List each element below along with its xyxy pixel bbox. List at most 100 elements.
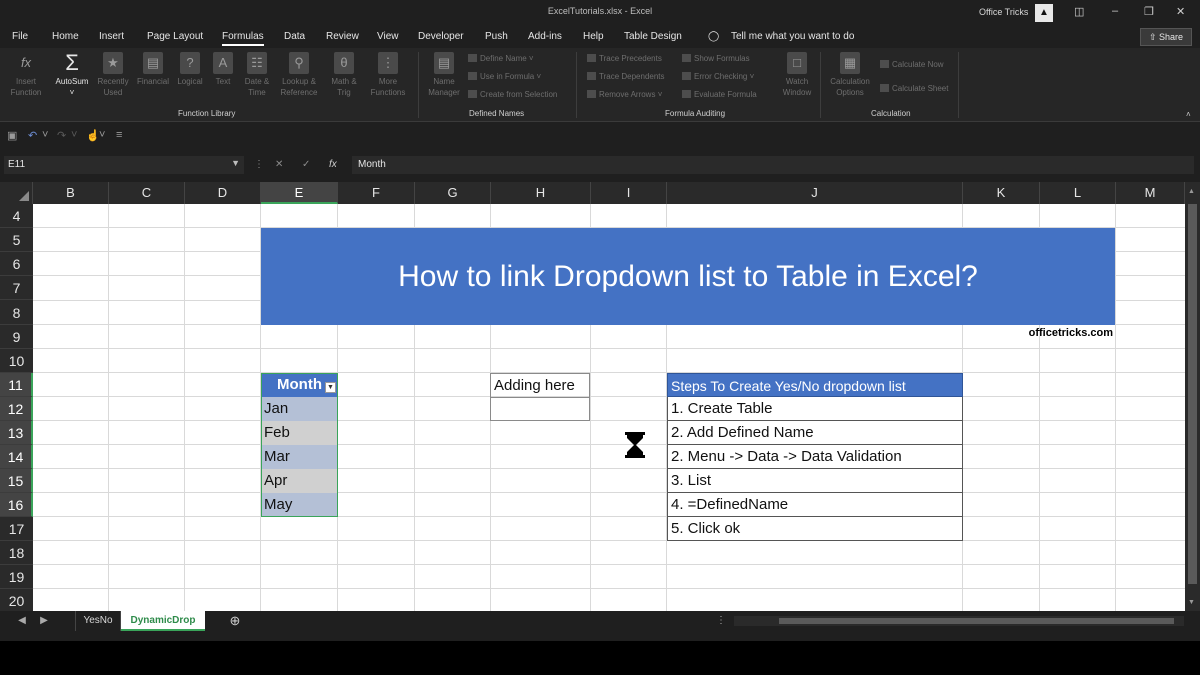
scroll-thumb[interactable] [779, 618, 1174, 624]
account-avatar[interactable]: ▲ [1035, 4, 1053, 22]
account-name[interactable]: Office Tricks [979, 7, 1028, 17]
tab-file[interactable]: File [12, 31, 28, 42]
add-sheet-icon[interactable]: ⊕ [227, 611, 243, 631]
column-header-h[interactable]: H [491, 182, 591, 204]
row-header[interactable]: 4 [0, 204, 33, 228]
lookup-reference-button[interactable]: ⚲ Lookup &Reference [276, 52, 322, 98]
tell-me-search[interactable]: Tell me what you want to do [731, 31, 854, 42]
cancel-icon[interactable]: ✕ [275, 159, 283, 170]
formula-input[interactable]: Month [352, 156, 1194, 174]
share-button[interactable]: ⇧ Share [1140, 28, 1192, 46]
tab-data[interactable]: Data [284, 31, 305, 42]
calculate-sheet-button[interactable]: Calculate Sheet [880, 84, 948, 93]
filter-dropdown-icon[interactable]: ▼ [325, 382, 336, 393]
scroll-down-icon[interactable]: ▼ [1188, 599, 1195, 606]
name-manager-button[interactable]: ▤ NameManager [424, 52, 464, 98]
watch-window-button[interactable]: □ WatchWindow [777, 52, 817, 98]
insert-function-icon[interactable]: fx [329, 159, 337, 170]
redo-dropdown-icon[interactable]: ˅ [71, 129, 77, 141]
tab-push[interactable]: Push [485, 31, 508, 42]
month-cell[interactable]: May [261, 493, 338, 517]
evaluate-formula-button[interactable]: Evaluate Formula [682, 90, 757, 99]
define-name-button[interactable]: Define Name ˅ [468, 54, 534, 63]
tab-view[interactable]: View [377, 31, 399, 42]
column-header-f[interactable]: F [338, 182, 415, 204]
row-header[interactable]: 17 [0, 517, 33, 541]
touch-mode-icon[interactable]: ☝ [86, 129, 100, 142]
tab-help[interactable]: Help [583, 31, 604, 42]
worksheet-grid[interactable]: How to link Dropdown list to Table in Ex… [33, 204, 1185, 611]
step-item[interactable]: 2. Menu -> Data -> Data Validation [667, 445, 963, 469]
row-header[interactable]: 13 [0, 421, 33, 445]
sheet-tab-yesno[interactable]: YesNo [75, 611, 121, 631]
row-header[interactable]: 9 [0, 325, 33, 349]
row-header[interactable]: 8 [0, 301, 33, 325]
tab-formulas[interactable]: Formulas [222, 31, 264, 46]
more-options-icon[interactable]: ⋮ [254, 159, 264, 170]
tab-splitter-icon[interactable]: ⋮ [716, 611, 724, 631]
touch-mode-dropdown-icon[interactable]: ˅ [99, 129, 105, 141]
ribbon-display-options-icon[interactable]: ◫ [1074, 5, 1084, 18]
tab-add-ins[interactable]: Add-ins [528, 31, 562, 42]
column-header-i[interactable]: I [591, 182, 667, 204]
row-header[interactable]: 19 [0, 565, 33, 589]
site-credit[interactable]: officetricks.com [973, 327, 1113, 339]
tab-page-layout[interactable]: Page Layout [147, 31, 203, 42]
row-header[interactable]: 20 [0, 589, 33, 611]
restore-icon[interactable]: ❐ [1144, 5, 1154, 18]
column-header-b[interactable]: B [33, 182, 109, 204]
date-time-button[interactable]: ☷ Date &Time [237, 52, 277, 98]
step-item[interactable]: 3. List [667, 469, 963, 493]
create-from-selection-button[interactable]: Create from Selection [468, 90, 557, 99]
row-header[interactable]: 15 [0, 469, 33, 493]
trace-precedents-button[interactable]: Trace Precedents [587, 54, 662, 63]
select-all-button[interactable] [0, 182, 33, 204]
insert-function-button[interactable]: fx InsertFunction [6, 52, 46, 98]
tab-home[interactable]: Home [52, 31, 79, 42]
step-item[interactable]: 1. Create Table [667, 397, 963, 421]
close-icon[interactable]: ✕ [1176, 5, 1185, 18]
save-icon[interactable]: ▣ [7, 129, 17, 142]
steps-header[interactable]: Steps To Create Yes/No dropdown list [667, 373, 963, 397]
title-banner[interactable]: How to link Dropdown list to Table in Ex… [261, 228, 1115, 325]
month-cell[interactable]: Jan [261, 397, 338, 421]
tab-developer[interactable]: Developer [418, 31, 464, 42]
scroll-tabs-left-icon[interactable]: ◀ [16, 611, 28, 631]
row-header[interactable]: 10 [0, 349, 33, 373]
step-item[interactable]: 4. =DefinedName [667, 493, 963, 517]
minimize-icon[interactable]: – [1112, 5, 1118, 17]
horizontal-scrollbar[interactable] [734, 616, 1184, 626]
error-checking-button[interactable]: Error Checking ˅ [682, 72, 754, 81]
scroll-up-icon[interactable]: ▲ [1188, 188, 1195, 195]
column-header-m[interactable]: M [1116, 182, 1185, 204]
chevron-down-icon[interactable]: ▼ [231, 158, 240, 168]
tab-insert[interactable]: Insert [99, 31, 124, 42]
column-header-l[interactable]: L [1040, 182, 1116, 204]
month-cell[interactable]: Mar [261, 445, 338, 469]
math-trig-button[interactable]: θ Math &Trig [324, 52, 364, 98]
scroll-tabs-right-icon[interactable]: ▶ [38, 611, 50, 631]
column-header-j[interactable]: J [667, 182, 963, 204]
trace-dependents-button[interactable]: Trace Dependents [587, 72, 665, 81]
use-in-formula-button[interactable]: Use in Formula ˅ [468, 72, 541, 81]
redo-icon[interactable]: ↷ [57, 129, 66, 142]
column-header-e[interactable]: E [261, 182, 338, 204]
month-table-header[interactable]: Month ▼ [261, 373, 338, 397]
collapse-ribbon-icon[interactable]: ˄ [1186, 110, 1191, 119]
column-header-d[interactable]: D [185, 182, 261, 204]
recently-used-button[interactable]: ★ RecentlyUsed [93, 52, 133, 98]
row-header[interactable]: 14 [0, 445, 33, 469]
name-box[interactable]: E11 ▼ [4, 156, 244, 174]
row-header[interactable]: 6 [0, 252, 33, 276]
enter-icon[interactable]: ✓ [302, 159, 310, 170]
sheet-tab-dynamicdrop[interactable]: DynamicDrop [121, 611, 205, 631]
column-header-k[interactable]: K [963, 182, 1040, 204]
row-header[interactable]: 5 [0, 228, 33, 252]
row-header[interactable]: 12 [0, 397, 33, 421]
step-item[interactable]: 5. Click ok [667, 517, 963, 541]
calculate-now-button[interactable]: Calculate Now [880, 60, 944, 69]
autosum-button[interactable]: Σ AutoSum˅ [52, 52, 92, 98]
undo-dropdown-icon[interactable]: ˅ [42, 129, 48, 141]
scroll-thumb[interactable] [1188, 204, 1197, 584]
show-formulas-button[interactable]: Show Formulas [682, 54, 750, 63]
